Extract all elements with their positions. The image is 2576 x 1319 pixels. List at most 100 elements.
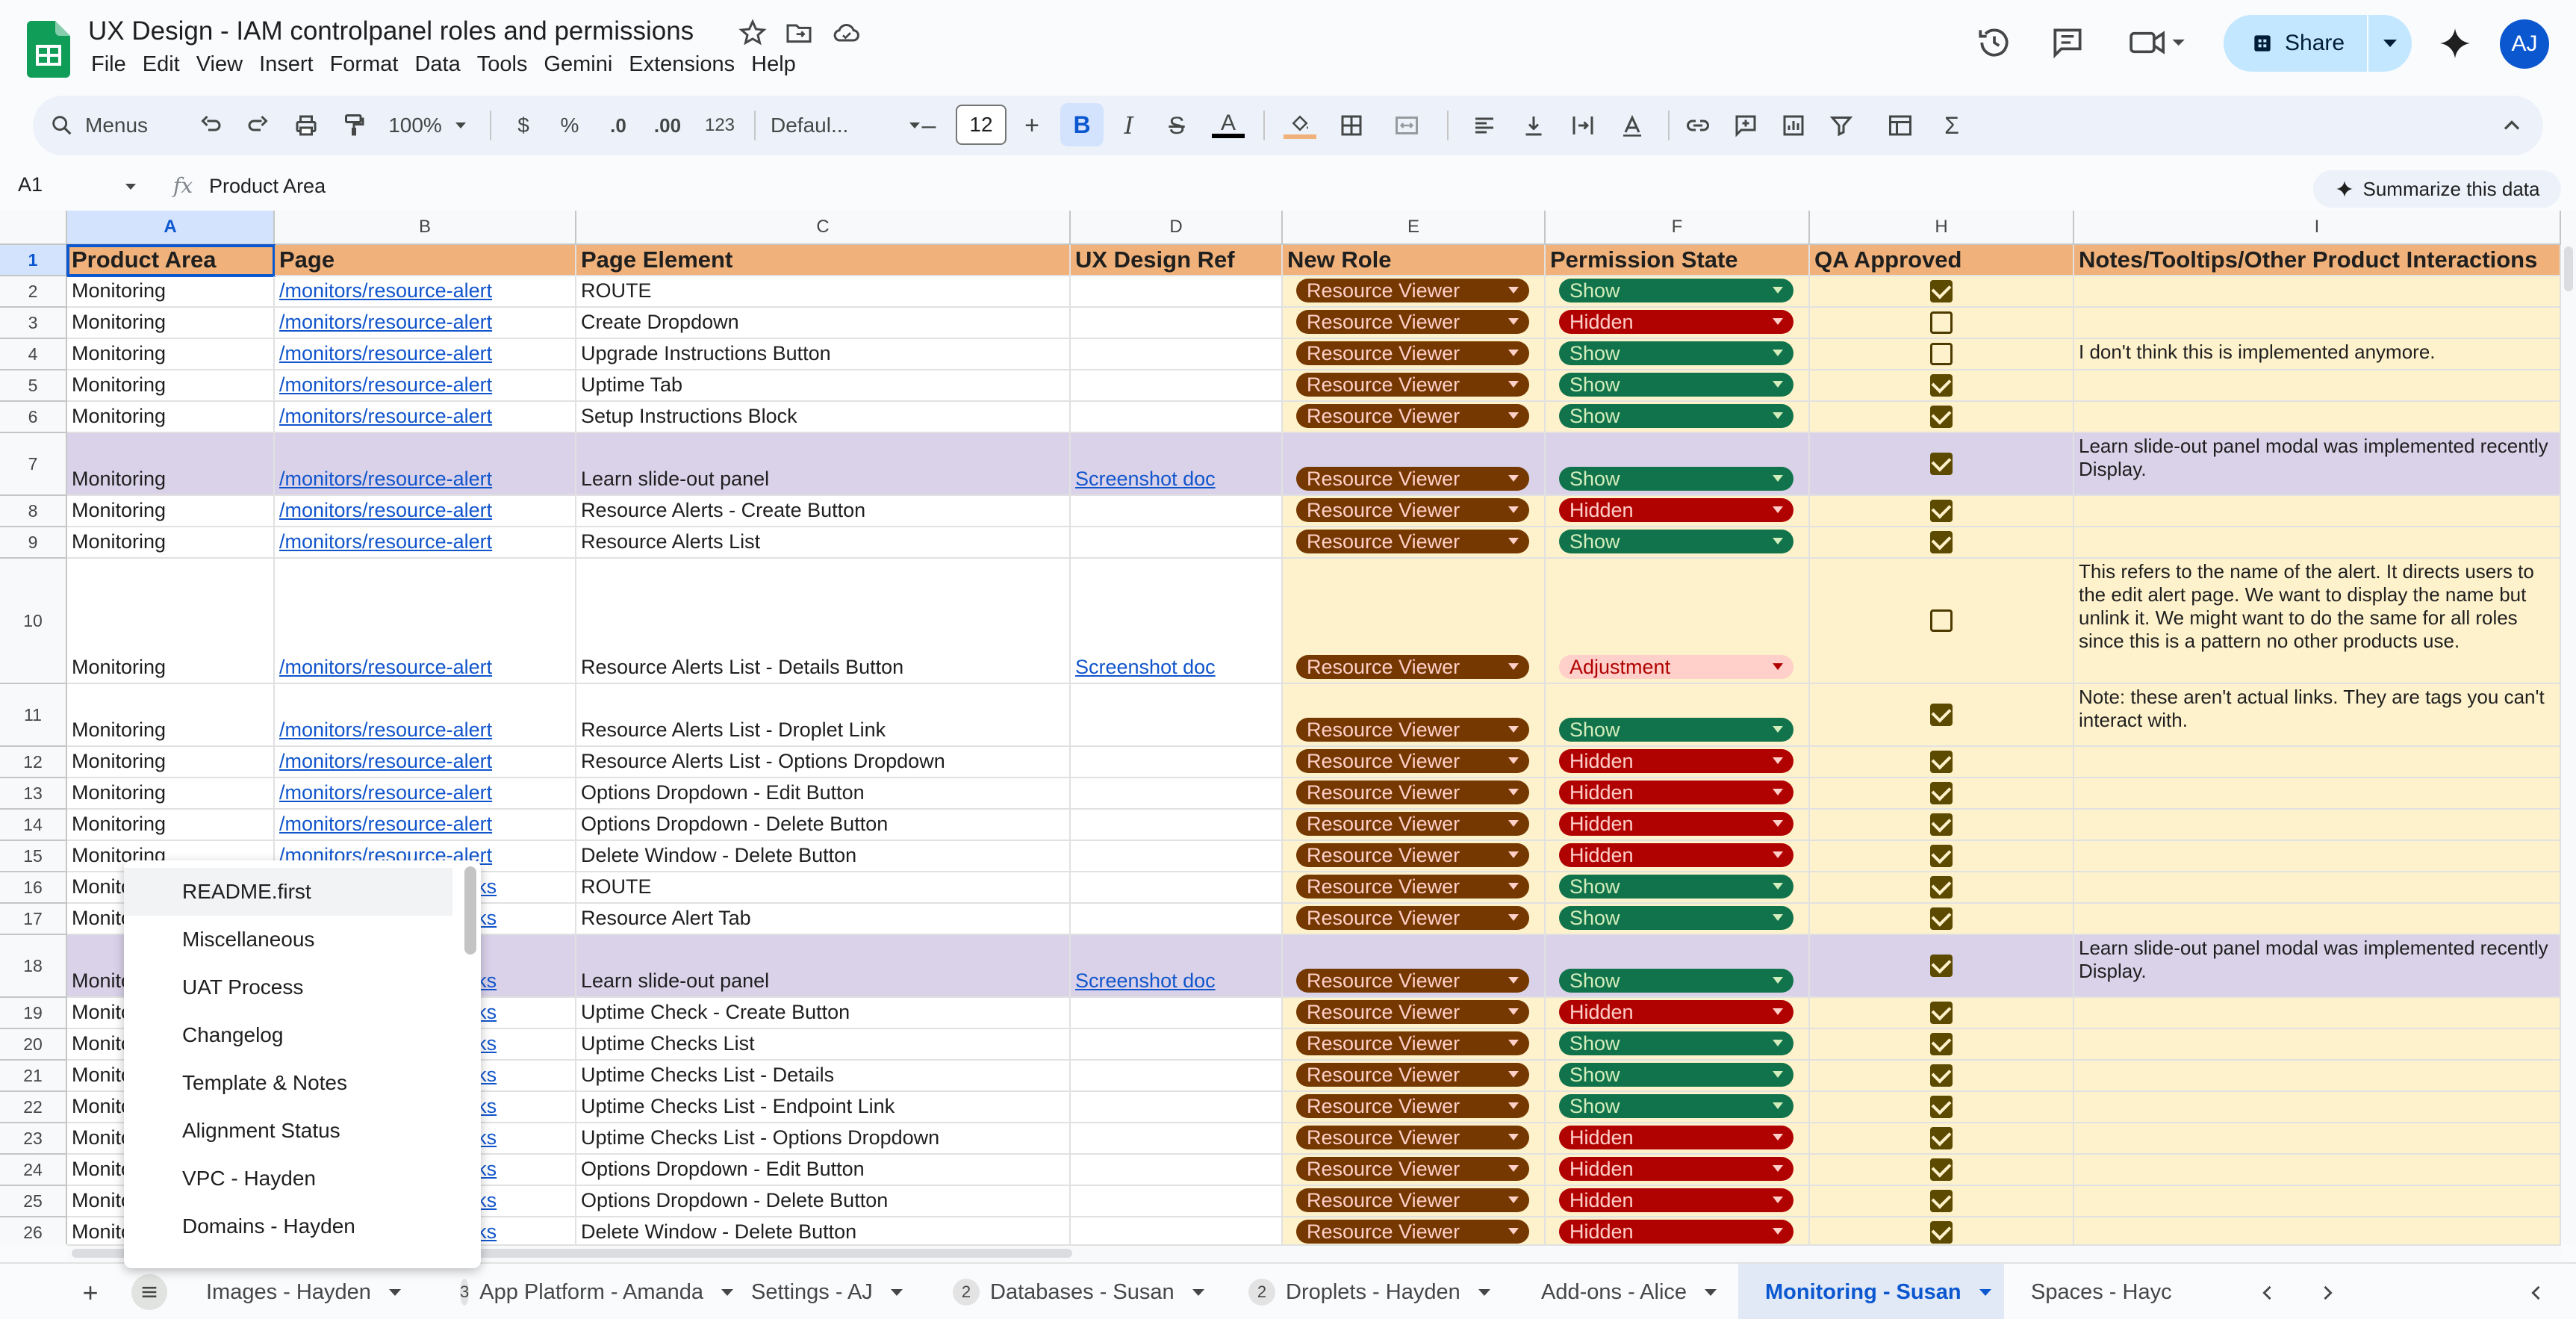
- page-link[interactable]: /monitors/resource-alert: [279, 311, 492, 334]
- sheet-list-item[interactable]: README.first: [124, 868, 452, 916]
- qa-checkbox-checked[interactable]: [1930, 845, 1953, 867]
- role-dropdown-chip[interactable]: Resource Viewer: [1296, 1220, 1529, 1244]
- row-header[interactable]: 22: [0, 1092, 67, 1123]
- formula-input[interactable]: Product Area: [209, 175, 326, 198]
- qa-checkbox-checked[interactable]: [1930, 1190, 1953, 1212]
- permission-dropdown-chip[interactable]: Show: [1559, 1063, 1793, 1087]
- sheet-tab[interactable]: Spaces - Hayc: [2004, 1264, 2183, 1319]
- chevron-down-icon[interactable]: [1979, 1288, 1991, 1296]
- row-header[interactable]: 24: [0, 1155, 67, 1186]
- share-dropdown-button[interactable]: [2368, 15, 2412, 72]
- sheet-tab[interactable]: Monitoring - Susan: [1738, 1264, 2004, 1319]
- permission-dropdown-chip[interactable]: Show: [1559, 875, 1793, 899]
- sheet-list-item[interactable]: Changelog: [124, 1011, 452, 1059]
- page-link[interactable]: /monitors/resource-alert: [279, 813, 492, 836]
- role-dropdown-chip[interactable]: Resource Viewer: [1296, 1063, 1529, 1087]
- qa-checkbox-checked[interactable]: [1930, 907, 1953, 930]
- collapse-toolbar-button[interactable]: [2497, 111, 2527, 140]
- undo-button[interactable]: [196, 111, 225, 140]
- qa-checkbox-checked[interactable]: [1930, 500, 1953, 522]
- page-link[interactable]: /monitors/resource-alert: [279, 781, 492, 804]
- qa-checkbox-checked[interactable]: [1930, 531, 1953, 553]
- column-header-e[interactable]: E: [1283, 211, 1546, 245]
- sheet-list-item[interactable]: VPC - Hayden: [124, 1155, 452, 1202]
- filter-views-button[interactable]: [1874, 111, 1926, 140]
- all-sheets-button[interactable]: [131, 1274, 167, 1310]
- page-link[interactable]: /monitors/resource-alert: [279, 373, 492, 397]
- bold-button[interactable]: B: [1060, 103, 1104, 146]
- scroll-tabs-left-button[interactable]: [2252, 1277, 2283, 1309]
- sheet-tab[interactable]: Add-ons - Alice: [1514, 1264, 1738, 1319]
- role-dropdown-chip[interactable]: Resource Viewer: [1296, 1000, 1529, 1024]
- qa-checkbox-unchecked[interactable]: [1930, 343, 1953, 365]
- role-dropdown-chip[interactable]: Resource Viewer: [1296, 1157, 1529, 1181]
- row-header[interactable]: 18: [0, 935, 67, 998]
- header-cell[interactable]: Page: [275, 245, 576, 276]
- row-header[interactable]: 12: [0, 747, 67, 778]
- merge-cells-button[interactable]: [1384, 111, 1429, 140]
- row-header[interactable]: 13: [0, 778, 67, 810]
- qa-checkbox-checked[interactable]: [1930, 1002, 1953, 1024]
- sheet-list-item[interactable]: Miscellaneous: [124, 916, 452, 963]
- row-header[interactable]: 14: [0, 810, 67, 841]
- text-rotation-button[interactable]: [1610, 111, 1655, 140]
- comments-icon[interactable]: [2049, 24, 2086, 61]
- vertical-scroll-thumb[interactable]: [2564, 246, 2573, 291]
- permission-dropdown-chip[interactable]: Show: [1559, 467, 1793, 491]
- page-link[interactable]: /monitors/resource-alert: [279, 468, 492, 491]
- zoom-select[interactable]: 100%: [388, 111, 466, 140]
- document-title[interactable]: UX Design - IAM controlpanel roles and p…: [88, 16, 694, 46]
- chevron-down-icon[interactable]: [388, 1288, 401, 1296]
- decrease-decimal-button[interactable]: .0: [603, 111, 633, 140]
- permission-dropdown-chip[interactable]: Show: [1559, 341, 1793, 365]
- select-all-corner[interactable]: [0, 211, 67, 245]
- sheets-logo-icon[interactable]: [27, 21, 70, 78]
- column-header-h[interactable]: H: [1810, 211, 2074, 245]
- row-header[interactable]: 8: [0, 496, 67, 527]
- role-dropdown-chip[interactable]: Resource Viewer: [1296, 530, 1529, 553]
- row-header[interactable]: 23: [0, 1123, 67, 1155]
- menu-insert[interactable]: Insert: [256, 52, 327, 82]
- permission-dropdown-chip[interactable]: Hidden: [1559, 749, 1793, 773]
- column-header-f[interactable]: F: [1546, 211, 1810, 245]
- role-dropdown-chip[interactable]: Resource Viewer: [1296, 812, 1529, 836]
- row-header[interactable]: 25: [0, 1186, 67, 1217]
- column-header-i[interactable]: I: [2074, 211, 2561, 245]
- chevron-down-icon[interactable]: [890, 1288, 903, 1296]
- row-header[interactable]: 21: [0, 1061, 67, 1092]
- increase-decimal-button[interactable]: .00: [650, 111, 685, 140]
- share-button[interactable]: Share: [2224, 15, 2412, 72]
- menu-help[interactable]: Help: [748, 52, 809, 82]
- row-header[interactable]: 20: [0, 1029, 67, 1061]
- row-header[interactable]: 17: [0, 904, 67, 935]
- permission-dropdown-chip[interactable]: Hidden: [1559, 1126, 1793, 1149]
- qa-checkbox-checked[interactable]: [1930, 1127, 1953, 1149]
- permission-dropdown-chip[interactable]: Show: [1559, 279, 1793, 302]
- sheet-list-scrollbar[interactable]: [464, 866, 476, 955]
- role-dropdown-chip[interactable]: Resource Viewer: [1296, 843, 1529, 867]
- percent-format-button[interactable]: %: [557, 111, 582, 140]
- header-cell[interactable]: Permission State: [1546, 245, 1810, 276]
- column-header-b[interactable]: B: [275, 211, 576, 245]
- role-dropdown-chip[interactable]: Resource Viewer: [1296, 1188, 1529, 1212]
- row-header[interactable]: 16: [0, 872, 67, 904]
- qa-checkbox-checked[interactable]: [1930, 955, 1953, 977]
- sheet-tab[interactable]: 2 Databases - Susan: [926, 1264, 1222, 1319]
- functions-button[interactable]: Σ: [1937, 111, 1967, 140]
- permission-dropdown-chip[interactable]: Hidden: [1559, 780, 1793, 804]
- qa-checkbox-checked[interactable]: [1930, 1221, 1953, 1244]
- row-header[interactable]: 5: [0, 370, 67, 402]
- menu-format[interactable]: Format: [327, 52, 412, 82]
- sheet-tab[interactable]: 2 Droplets - Hayden: [1222, 1264, 1514, 1319]
- meet-call-icon[interactable]: [2127, 24, 2188, 61]
- insert-comment-button[interactable]: [1731, 111, 1761, 140]
- currency-format-button[interactable]: $: [511, 111, 536, 140]
- row-header[interactable]: 11: [0, 684, 67, 747]
- sheet-list-item[interactable]: Domains - Hayden: [124, 1202, 452, 1250]
- permission-dropdown-chip[interactable]: Show: [1559, 404, 1793, 428]
- qa-checkbox-checked[interactable]: [1930, 1064, 1953, 1087]
- qa-checkbox-checked[interactable]: [1930, 1158, 1953, 1181]
- page-link[interactable]: /monitors/resource-alert: [279, 405, 492, 428]
- star-icon[interactable]: [738, 18, 768, 48]
- move-folder-icon[interactable]: [784, 18, 814, 48]
